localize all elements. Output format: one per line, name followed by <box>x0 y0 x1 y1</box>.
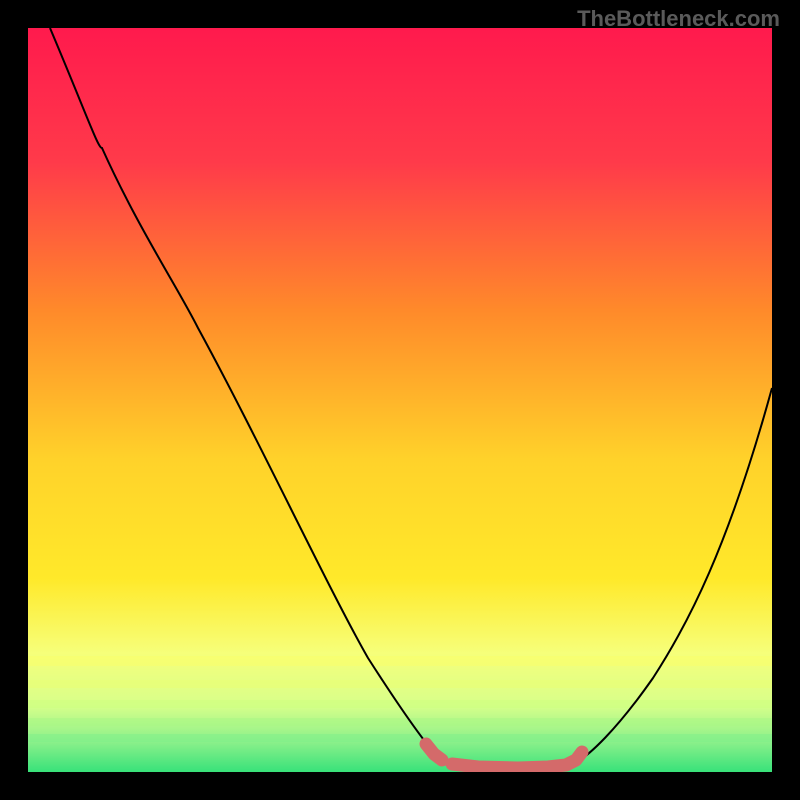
marker-end-left <box>420 738 432 750</box>
watermark-text: TheBottleneck.com <box>577 6 780 32</box>
curve-layer <box>28 28 772 772</box>
curve-right-branch <box>571 388 772 765</box>
chart-container: TheBottleneck.com <box>0 0 800 800</box>
marker-end-right <box>576 746 588 758</box>
curve-left-branch <box>50 28 444 764</box>
optimal-zone-marker <box>426 744 582 768</box>
plot-area <box>28 28 772 772</box>
